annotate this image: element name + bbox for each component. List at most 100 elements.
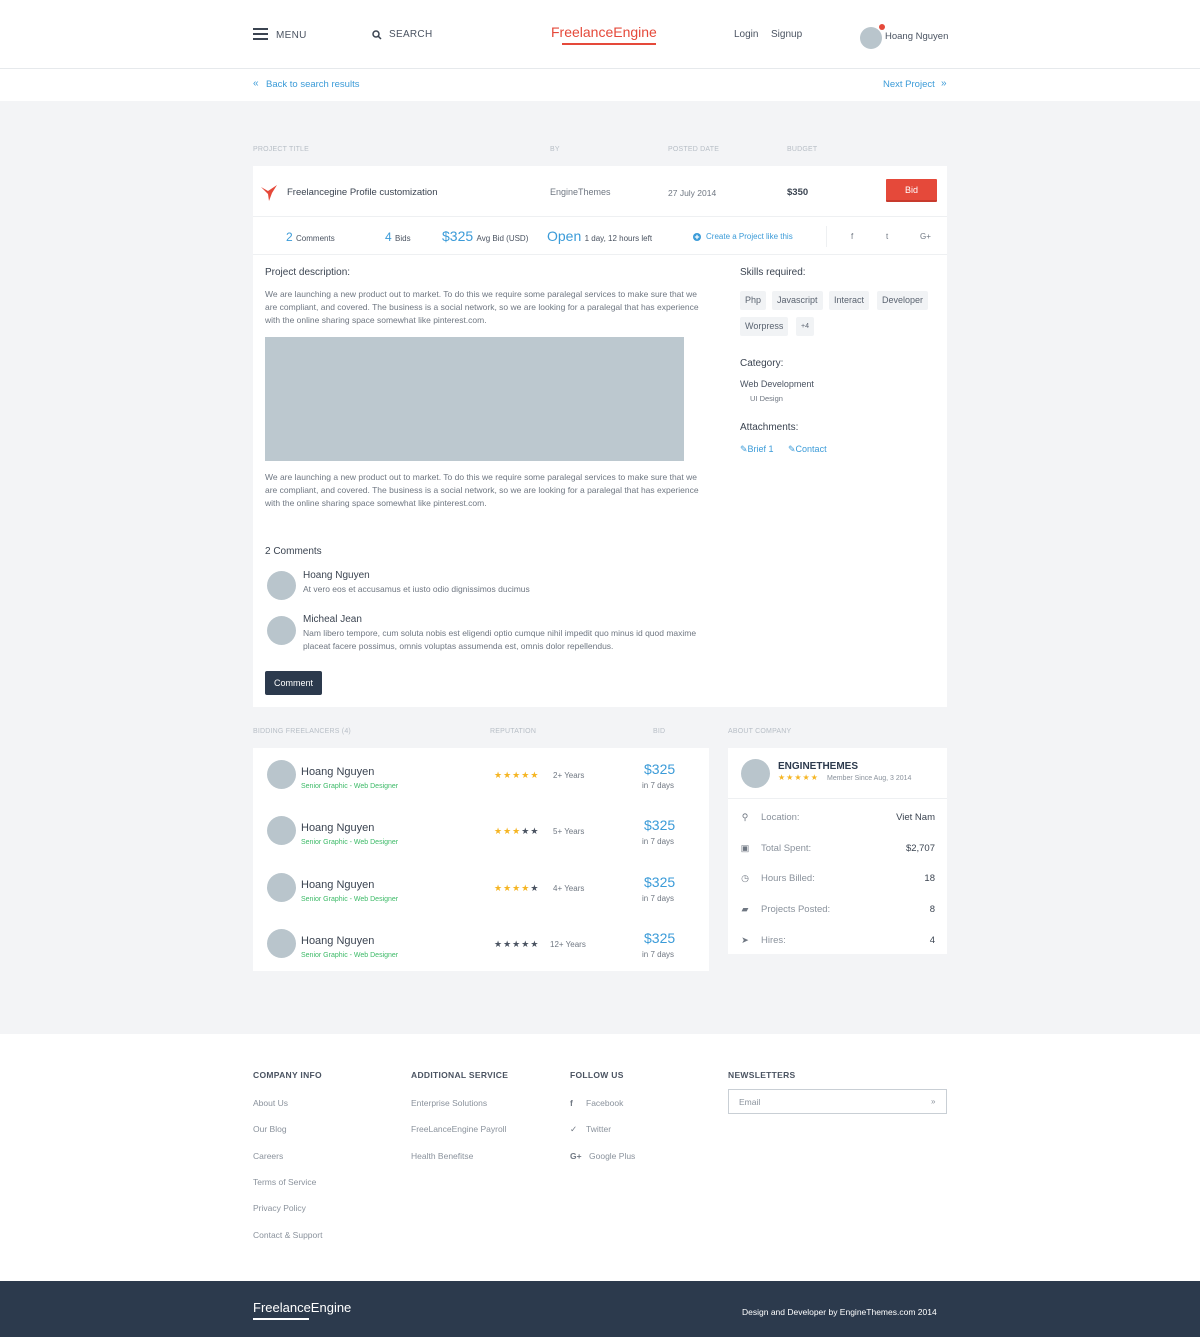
briefcase-icon: ▰	[741, 904, 749, 915]
bidder-name[interactable]: Hoang Nguyen	[301, 766, 374, 778]
footer-company-link[interactable]: Privacy Policy	[253, 1203, 306, 1213]
bidder-experience: 12+ Years	[550, 939, 586, 949]
logo-underline	[562, 43, 656, 45]
bidder-name[interactable]: Hoang Nguyen	[301, 935, 374, 947]
signup-link[interactable]: Signup	[771, 29, 802, 40]
google-plus-icon: G+	[570, 1151, 582, 1161]
bidder-role: Senior Graphic - Web Designer	[301, 839, 399, 847]
footer-additional-link[interactable]: Health Benefitse	[411, 1151, 473, 1161]
project-bird-icon	[261, 185, 277, 201]
skill-tag[interactable]: Interact	[829, 291, 870, 310]
bidder-experience: 2+ Years	[553, 771, 585, 780]
google-plus-icon[interactable]: G+	[920, 232, 931, 241]
bidder-rating-stars: ★★★★★	[494, 770, 540, 780]
subcategory-value[interactable]: UI Design	[750, 394, 783, 403]
company-stat-label: Hours Billed:	[761, 873, 815, 885]
col-reputation: REPUTATION	[490, 728, 537, 735]
create-project-like-this-link[interactable]: Create a Project like this	[706, 232, 793, 241]
user-name[interactable]: Hoang Nguyen	[885, 31, 948, 42]
attachment-link[interactable]: ✎Contact	[788, 444, 827, 455]
company-stat-value: Viet Nam	[896, 812, 935, 823]
commenter-name[interactable]: Hoang Nguyen	[303, 570, 370, 581]
footer-additional-link[interactable]: Enterprise Solutions	[411, 1098, 487, 1108]
search-icon[interactable]	[372, 30, 382, 40]
next-arrow-icon: »	[941, 78, 947, 89]
back-to-results-link[interactable]: Back to search results	[266, 79, 359, 90]
bidder-avatar[interactable]	[267, 760, 296, 789]
footer-company-link[interactable]: Careers	[253, 1151, 283, 1161]
company-stat-value: 18	[924, 873, 935, 885]
user-avatar[interactable]	[860, 27, 882, 49]
footer-logo[interactable]: FreelanceEngine	[253, 1300, 351, 1315]
bidder-experience: 4+ Years	[553, 883, 585, 893]
project-title[interactable]: Freelancegine Profile customization	[287, 187, 438, 198]
skill-tag[interactable]: Developer	[877, 291, 929, 310]
twitter-icon[interactable]: t	[886, 232, 888, 241]
bidder-role: Senior Graphic - Web Designer	[301, 783, 399, 790]
bottom-bar: FreelanceEngine Design and Developer by …	[0, 1281, 1200, 1337]
skill-tag[interactable]: Worpress	[740, 317, 789, 336]
bidder-delivery: in 7 days	[642, 781, 675, 790]
company-stat-label: Hires:	[761, 934, 786, 946]
logo[interactable]: FreelanceEngine	[551, 24, 657, 40]
description-paragraph-2: We are launching a new product out to ma…	[265, 472, 699, 508]
next-project-link[interactable]: Next Project	[883, 79, 935, 90]
bidder-price: $325	[644, 817, 676, 834]
bidder-role: Senior Graphic - Web Designer	[301, 951, 399, 959]
paperclip-icon: ✎	[740, 444, 748, 454]
bidder-avatar[interactable]	[267, 872, 296, 902]
commenter-avatar	[267, 616, 296, 645]
bidder-price: $325	[644, 929, 676, 946]
menu-label[interactable]: MENU	[276, 30, 307, 41]
company-member-since: Member Since Aug, 3 2014	[827, 775, 912, 782]
comments-stat[interactable]: 2 Comments	[286, 230, 335, 244]
footer-company-link[interactable]: Terms of Service	[253, 1177, 316, 1187]
col-by: BY	[550, 146, 560, 153]
status-stat: Open 1 day, 12 hours left	[547, 228, 653, 244]
project-image	[265, 337, 684, 461]
submit-arrow-icon[interactable]: »	[931, 1097, 935, 1106]
company-stat-label: Location:	[761, 812, 800, 823]
bidder-name[interactable]: Hoang Nguyen	[301, 879, 374, 891]
footer-company-link[interactable]: Contact & Support	[253, 1230, 322, 1240]
footer-google-plus-link[interactable]: Google Plus	[589, 1151, 635, 1161]
company-name[interactable]: ENGINETHEMES	[778, 761, 858, 772]
newsletter-email-input[interactable]: Email »	[728, 1089, 947, 1114]
divider	[253, 254, 947, 255]
bidder-avatar[interactable]	[267, 928, 296, 958]
project-owner[interactable]: EngineThemes	[550, 187, 611, 197]
bidder-delivery: in 7 days	[642, 893, 675, 903]
skill-tag[interactable]: Php	[740, 291, 767, 310]
login-link[interactable]: Login	[734, 29, 758, 40]
category-value[interactable]: Web Development	[740, 379, 814, 389]
description-heading: Project description:	[265, 267, 351, 278]
company-stat-value: 8	[929, 904, 935, 916]
more-skills-tag[interactable]: +4	[796, 317, 814, 336]
bidder-name[interactable]: Hoang Nguyen	[301, 822, 374, 834]
project-posted-date: 27 July 2014	[668, 188, 717, 198]
divider	[728, 798, 947, 799]
facebook-icon[interactable]: f	[851, 232, 853, 241]
bid-button[interactable]: Bid	[886, 179, 937, 202]
attachment-link[interactable]: ✎Brief 1	[740, 444, 774, 455]
hamburger-icon[interactable]	[253, 28, 268, 40]
category-heading: Category:	[740, 358, 784, 369]
footer-company-link[interactable]: Our Blog	[253, 1124, 287, 1134]
search-label[interactable]: SEARCH	[389, 29, 432, 40]
company-stat-value: $2,707	[905, 842, 935, 854]
skill-tag[interactable]: Javascript	[772, 291, 823, 310]
commenter-name[interactable]: Micheal Jean	[303, 614, 362, 625]
comment-button[interactable]: Comment	[265, 671, 322, 695]
footer-newsletters-heading: NEWSLETTERS	[728, 1070, 796, 1080]
footer-facebook-link[interactable]: Facebook	[586, 1098, 623, 1108]
footer-company-info-heading: COMPANY INFO	[253, 1070, 322, 1080]
footer-additional-link[interactable]: FreeLanceEngine Payroll	[411, 1124, 506, 1134]
footer-company-link[interactable]: About Us	[253, 1098, 288, 1108]
project-budget: $350	[787, 187, 809, 198]
bidder-rating-stars: ★★★★★	[494, 826, 540, 837]
email-placeholder: Email	[739, 1097, 761, 1107]
bids-stat[interactable]: 4 Bids	[385, 230, 411, 244]
footer-twitter-link[interactable]: Twitter	[586, 1124, 611, 1134]
skills-heading: Skills required:	[740, 267, 806, 278]
comment-text: Nam libero tempore, cum soluta nobis est…	[303, 628, 697, 651]
